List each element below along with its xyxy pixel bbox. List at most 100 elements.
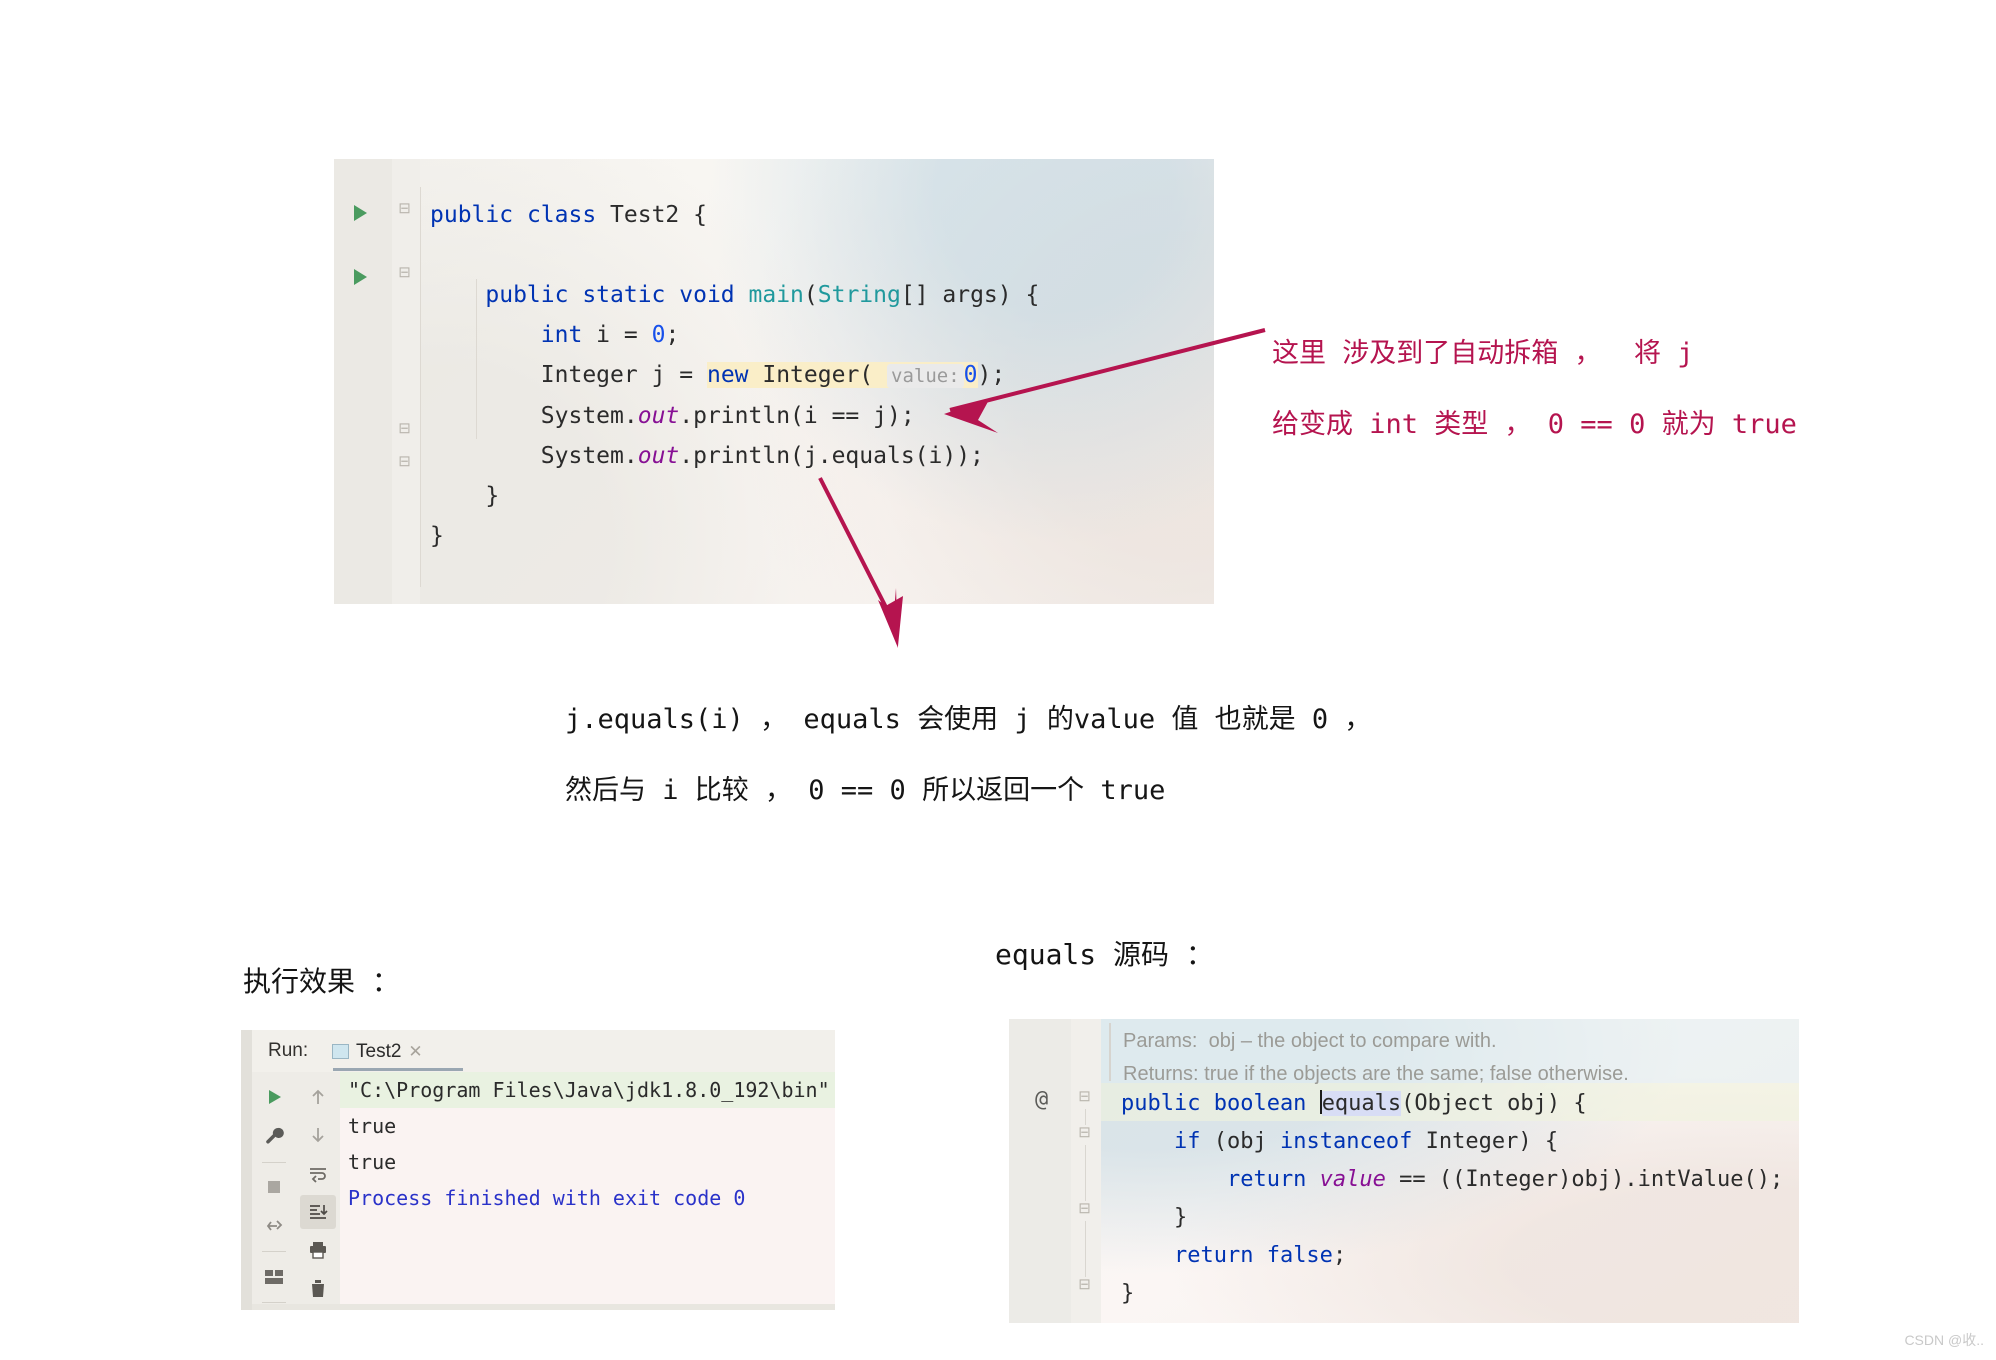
code-token-int: int [540, 322, 583, 348]
editor-code-text[interactable]: public class Test2 { public static void … [430, 195, 1039, 556]
equals-doc-left-bar [1109, 1023, 1111, 1081]
run-label: Run: [268, 1040, 309, 1061]
annotation-center-text: j.equals(i) ， equals 会使用 j 的value 值 也就是 … [565, 684, 1371, 826]
code-token-new: new [706, 362, 749, 388]
code-token-zero: 0 [651, 322, 666, 348]
editor-fold-strip[interactable] [392, 159, 420, 604]
equals-token-instanceof: instanceof [1279, 1129, 1413, 1154]
equals-token-return: return [1121, 1167, 1307, 1192]
annotation-right-line2: 给变成 int 类型 ， 0 == 0 就为 true [1272, 409, 1797, 440]
scroll-to-end-icon[interactable] [300, 1194, 336, 1230]
console-output[interactable]: "C:\Program Files\Java\jdk1.8.0_192\bin"… [340, 1072, 835, 1310]
console-command-line: "C:\Program Files\Java\jdk1.8.0_192\bin" [340, 1072, 835, 1108]
equals-doc-params: Params: obj – the object to compare with… [1123, 1030, 1497, 1052]
rerun-icon[interactable] [256, 1080, 292, 1115]
equals-gutter[interactable] [1009, 1019, 1071, 1323]
code-token-close-main: } [485, 483, 500, 509]
close-icon[interactable]: ✕ [408, 1042, 422, 1062]
code-token-brace: { [679, 202, 707, 228]
toolbar-divider [262, 1161, 286, 1163]
toolbar-divider [262, 1251, 286, 1253]
run-tab-test2[interactable]: Test2 ✕ [332, 1035, 423, 1068]
editor-gutter[interactable] [334, 159, 392, 604]
code-token-public: public [430, 202, 514, 228]
equals-token-method-name: equals [1321, 1091, 1402, 1116]
console-line-true-1: true [348, 1114, 397, 1138]
code-token-j-assign: j = [637, 362, 707, 388]
code-token-public-static-void: public static void [485, 282, 749, 308]
equals-token-value-field: value [1306, 1167, 1386, 1192]
run-tab-bar[interactable]: Run: Test2 ✕ [252, 1030, 835, 1071]
code-token-out-2: out [637, 443, 680, 469]
code-token-ctor-zero: 0 [963, 362, 978, 388]
layout-icon[interactable] [256, 1259, 292, 1294]
annotation-right-text: 这里 涉及到了自动拆箱 ， 将 j 给变成 int 类型 ， 0 == 0 就为… [1272, 318, 1797, 460]
equals-token-obj: (obj [1200, 1129, 1280, 1154]
run-toolbar-left[interactable] [252, 1072, 296, 1310]
equals-token-params: (Object obj) { [1401, 1091, 1587, 1116]
run-main-gutter-icon[interactable] [354, 269, 367, 285]
fold-connector-line [1085, 1221, 1086, 1277]
run-toolbar-right[interactable] [296, 1072, 340, 1310]
code-token-integer-type: Integer [540, 362, 638, 388]
equals-token-intvalue: == ((Integer)obj).intValue(); [1385, 1167, 1784, 1192]
equals-token-close-if: } [1121, 1205, 1188, 1230]
code-editor-panel[interactable]: ⊟ ⊟ ⊟ ⊟ public class Test2 { public stat… [334, 159, 1214, 604]
equals-fold-marker-4-icon[interactable]: ⊟ [1077, 1277, 1092, 1292]
console-line-true-2: true [348, 1150, 397, 1174]
equals-token-signature: public boolean [1121, 1091, 1320, 1116]
equals-fold-marker-1-icon[interactable]: ⊟ [1077, 1089, 1092, 1104]
equals-token-if: if [1121, 1129, 1201, 1154]
run-class-gutter-icon[interactable] [354, 205, 367, 221]
equals-token-close-method: } [1121, 1281, 1135, 1306]
indent-guide [420, 187, 421, 587]
code-token-i-assign: i = [582, 322, 652, 348]
code-token-main: main [748, 282, 804, 308]
code-token-system-2: System. [540, 443, 638, 469]
csdn-watermark: CSDN @收.. [1904, 1332, 1984, 1348]
equals-token-integer: Integer) { [1412, 1129, 1559, 1154]
fold-marker-end-class-icon[interactable]: ⊟ [397, 454, 412, 469]
equals-fold-marker-3-icon[interactable]: ⊟ [1077, 1201, 1092, 1216]
code-token-out: out [637, 403, 680, 429]
stop-icon[interactable] [256, 1170, 292, 1205]
run-tab-active-underline [333, 1068, 463, 1071]
toolbar-divider [262, 1302, 286, 1303]
code-token-integer-ctor: Integer( [748, 362, 887, 388]
arrow-down-icon[interactable] [300, 1118, 336, 1152]
equals-fold-marker-2-icon[interactable]: ⊟ [1077, 1125, 1092, 1140]
debug-restore-icon[interactable] [256, 1208, 292, 1243]
fold-marker-class-icon[interactable]: ⊟ [397, 201, 412, 216]
console-line-exit-code: Process finished with exit code 0 [348, 1186, 746, 1210]
annotation-center-line2: 然后与 i 比较 ， 0 == 0 所以返回一个 true [565, 775, 1166, 806]
arrow-up-icon[interactable] [300, 1080, 336, 1114]
run-panel-bottom-strip [252, 1304, 835, 1310]
annotation-marker-icon[interactable]: @ [1035, 1087, 1048, 1112]
annotation-right-line1: 这里 涉及到了自动拆箱 ， 将 j [1272, 338, 1694, 369]
code-token-println-equals: .println(j.equals(i)); [679, 443, 984, 469]
code-token-paren: ( [803, 282, 818, 308]
run-tab-label: Test2 [356, 1040, 402, 1062]
equals-token-return-2: return [1121, 1243, 1254, 1268]
fold-connector-line [1085, 1145, 1086, 1201]
print-icon[interactable] [300, 1233, 336, 1267]
annotation-center-line1: j.equals(i) ， equals 会使用 j 的value 值 也就是 … [565, 704, 1372, 735]
code-token-semicolon: ; [665, 322, 680, 348]
soft-wrap-icon[interactable] [300, 1157, 336, 1191]
wrench-icon[interactable] [256, 1119, 292, 1154]
code-token-ctor-end: ); [977, 362, 1006, 388]
code-token-close-class: } [430, 523, 444, 549]
code-token-args: [] args) { [900, 282, 1040, 308]
trash-icon[interactable] [300, 1272, 336, 1306]
equals-doc-returns: Returns: true if the objects are the sam… [1123, 1063, 1629, 1085]
heading-equals-source: equals 源码 ： [995, 938, 1214, 971]
run-console-panel[interactable]: Run: Test2 ✕ "C:\Program Files\Java\jdk1… [241, 1030, 835, 1310]
fold-marker-main-icon[interactable]: ⊟ [397, 265, 412, 280]
equals-code-text[interactable]: public boolean equals(Object obj) { if (… [1121, 1085, 1783, 1313]
equals-token-false: false [1253, 1243, 1333, 1268]
equals-doc-text: Params: obj – the object to compare with… [1123, 1025, 1629, 1091]
code-token-string-type: String [817, 282, 901, 308]
equals-source-panel[interactable]: Params: obj – the object to compare with… [1009, 1019, 1799, 1323]
fold-marker-end-main-icon[interactable]: ⊟ [397, 421, 412, 436]
fold-connector-line [1085, 1109, 1086, 1125]
